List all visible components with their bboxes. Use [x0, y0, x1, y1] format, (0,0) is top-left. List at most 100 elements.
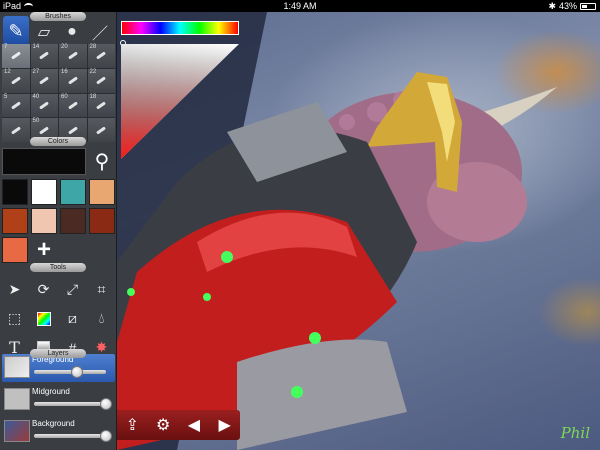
slider-knob[interactable]	[100, 398, 112, 410]
brush-size-label: 27	[32, 68, 40, 75]
brush-preset[interactable]: 27	[30, 68, 58, 93]
brush-size-label: 20	[61, 44, 68, 50]
layer-thumbnail	[4, 420, 30, 442]
layer-thumbnail	[4, 388, 30, 410]
droplet-icon: ●	[67, 23, 77, 40]
crop-tool[interactable]: ⌗	[87, 275, 116, 304]
brush-size-label: 60	[61, 93, 68, 100]
layer-opacity-slider[interactable]	[34, 430, 112, 442]
artist-signature: Phil	[560, 424, 590, 442]
brush-preset[interactable]: 60	[59, 93, 87, 118]
undo-button[interactable]: ◀	[180, 415, 208, 435]
brush-preset[interactable]	[2, 118, 30, 142]
drop-icon: 💧︎	[98, 310, 105, 326]
dotted-square-icon: ⬚	[7, 310, 22, 326]
layer-foreground[interactable]: Foreground	[2, 354, 115, 382]
brush-grid: 7 14 20 28 12 27 16 22 5 40 60 18 50	[2, 44, 115, 142]
color-swatch[interactable]	[89, 179, 115, 205]
battery-indicator: ✱ 43%	[548, 0, 596, 12]
hue-slider[interactable]	[121, 21, 239, 35]
brush-size-label: 14	[32, 44, 40, 50]
brush-size-label: 7	[4, 44, 8, 50]
brush-size-label: 50	[32, 118, 40, 125]
tool-panel: Brushes ✎ ▱ ● ／ 7 14 20 28 12 27 16 22 5 40 60 18 50…	[0, 12, 117, 450]
brush-size-label: 28	[89, 44, 97, 50]
knife-tool-button[interactable]: ／	[88, 19, 112, 45]
layer-background[interactable]: Background	[2, 418, 115, 446]
layer-name: Midground	[32, 387, 70, 396]
eyedropper-button[interactable]: ⚲	[90, 150, 114, 174]
clock: 1:49 AM	[283, 1, 317, 11]
color-swatches: +	[2, 179, 115, 263]
brush-stroke-preview	[67, 126, 78, 135]
eraser-tool-button[interactable]: ▱	[32, 19, 56, 45]
slider-knob[interactable]	[100, 430, 112, 442]
layer-opacity-slider[interactable]	[34, 398, 112, 410]
battery-percent: 43%	[558, 1, 577, 11]
brush-preset[interactable]: 16	[59, 68, 87, 93]
transform-tool[interactable]: ⤢	[58, 275, 87, 304]
brush-preset[interactable]: 14	[30, 44, 58, 68]
brush-size-label: 40	[32, 93, 40, 100]
layers-section-label: Layers	[30, 349, 86, 358]
color-swatch[interactable]	[60, 208, 86, 234]
layer-name: Background	[32, 419, 75, 428]
brush-stroke-preview	[96, 126, 107, 135]
gear-icon: ⚙	[155, 417, 171, 434]
brush-preset[interactable]: 40	[30, 93, 58, 118]
settings-button[interactable]: ⚙	[149, 415, 177, 435]
color-swatch[interactable]	[31, 208, 57, 234]
knife-icon: ／	[91, 26, 108, 43]
share-icon: ⇪	[125, 417, 140, 434]
brush-stroke-preview	[39, 101, 50, 110]
color-swatch[interactable]	[2, 179, 28, 205]
left-arrow-icon: ◀	[187, 417, 201, 434]
blend-tool[interactable]: ⧄	[58, 304, 87, 333]
add-swatch-button[interactable]: +	[31, 236, 57, 263]
gradient-icon	[36, 311, 51, 326]
eraser-icon: ▱	[37, 24, 51, 41]
diagonal-square-icon: ⧄	[68, 310, 77, 326]
arrow-pointer-icon: ➤	[8, 281, 21, 297]
brush-preset[interactable]: 12	[2, 68, 30, 93]
brush-stroke-preview	[96, 101, 107, 110]
brush-preset[interactable]: 22	[87, 68, 115, 93]
brush-size-label: 18	[89, 93, 97, 100]
color-swatch[interactable]	[2, 237, 28, 263]
share-button[interactable]: ⇪	[118, 415, 146, 435]
slider-knob[interactable]	[71, 366, 84, 378]
brush-preset[interactable]: 7	[2, 44, 30, 68]
layer-opacity-slider[interactable]	[34, 366, 106, 378]
brush-preset[interactable]: 5	[2, 93, 30, 118]
select-tool[interactable]: ➤	[0, 275, 29, 304]
brush-stroke-preview	[10, 101, 21, 110]
brush-size-label: 5	[4, 93, 8, 100]
magnifier-icon: ⚲	[94, 151, 110, 173]
layer-midground[interactable]: Midground	[2, 386, 115, 414]
bottom-toolbar: ⇪ ⚙ ◀ ▶	[117, 410, 240, 440]
color-swatch[interactable]	[31, 179, 57, 205]
saturation-triangle[interactable]	[121, 44, 239, 159]
brush-preset[interactable]: 20	[59, 44, 87, 68]
gradient-tool[interactable]	[29, 304, 58, 333]
color-swatch[interactable]	[89, 208, 115, 234]
brush-preset[interactable]	[87, 118, 115, 142]
colors-section-label: Colors	[30, 137, 86, 146]
brush-preset[interactable]: 28	[87, 44, 115, 68]
pencil-icon: ✎	[8, 20, 24, 41]
color-swatch[interactable]	[60, 179, 86, 205]
current-color-preview[interactable]	[2, 148, 86, 175]
marquee-tool[interactable]: ⬚	[0, 304, 29, 333]
redo-button[interactable]: ▶	[211, 415, 239, 435]
brush-stroke-preview	[39, 126, 50, 135]
rotate-tool[interactable]: ⟳	[29, 275, 58, 304]
brush-stroke-preview	[10, 76, 21, 85]
battery-icon	[580, 2, 596, 10]
color-swatch[interactable]	[2, 208, 28, 234]
brush-preset[interactable]: 18	[87, 93, 115, 118]
blur-tool[interactable]: 💧︎	[87, 304, 116, 333]
brush-tool-button[interactable]: ✎	[3, 16, 29, 46]
smudge-tool-button[interactable]: ●	[60, 19, 84, 45]
rotate-icon: ⟳	[37, 281, 50, 297]
brushes-section-label: Brushes	[30, 12, 86, 21]
